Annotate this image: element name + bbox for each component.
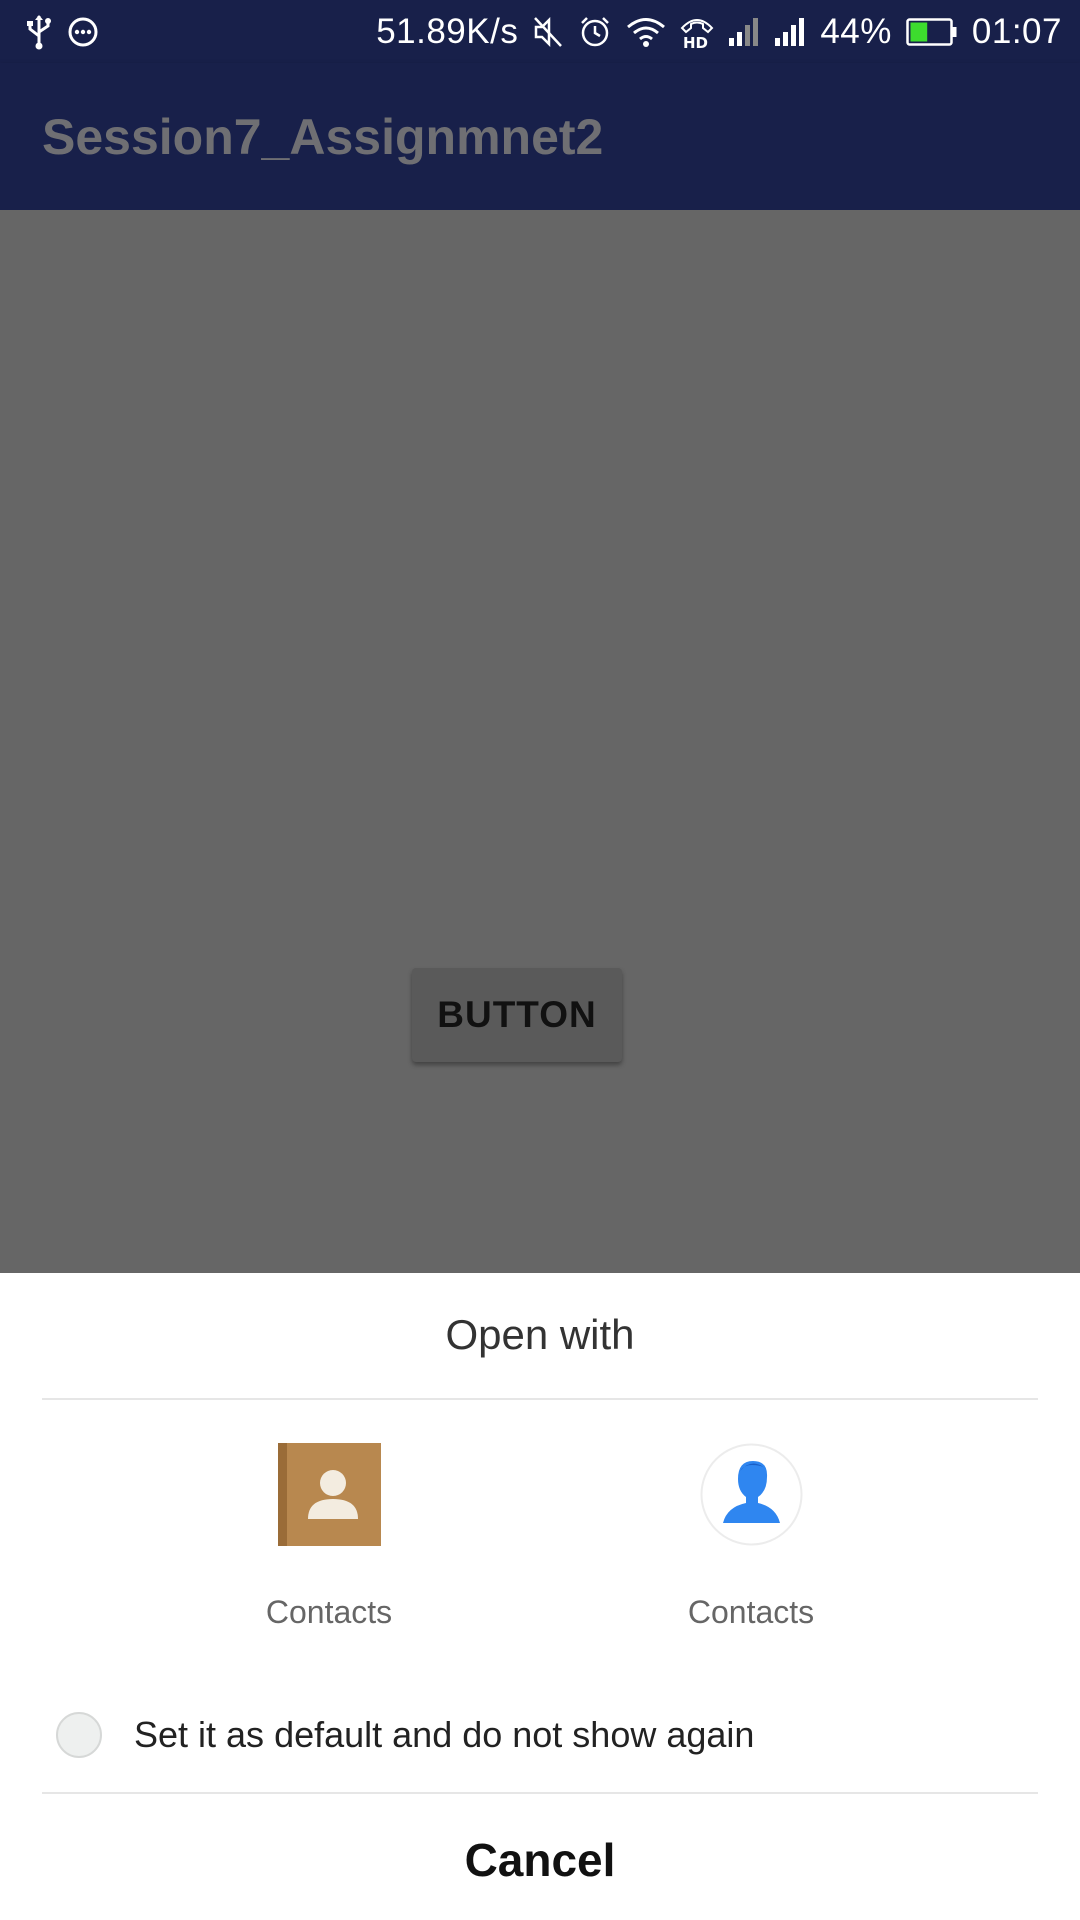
hd-call-icon: HD	[680, 12, 714, 52]
contacts-book-icon	[277, 1443, 381, 1546]
contacts-person-icon	[700, 1443, 803, 1546]
usb-icon	[26, 12, 52, 52]
clock: 01:07	[971, 11, 1062, 51]
mute-icon	[532, 12, 564, 52]
signal-icon	[774, 12, 806, 52]
app-option-label: Contacts	[265, 1594, 393, 1630]
main-button[interactable]: BUTTON	[412, 968, 622, 1062]
svg-text:HD: HD	[683, 34, 708, 50]
status-left-icons	[26, 12, 100, 52]
open-with-sheet: Open with Contacts Contacts Set it as de…	[0, 1273, 1080, 1920]
network-speed: 51.89K/s	[376, 11, 519, 51]
app-bar: Session7_Assignmnet2	[0, 63, 1080, 210]
status-right-icons: 51.89K/s HD 44% 01:07	[376, 12, 1062, 52]
divider	[42, 1398, 1038, 1400]
dimmed-content-overlay[interactable]: BUTTON	[0, 210, 1080, 1273]
set-default-label: Set it as default and do not show again	[134, 1714, 755, 1755]
sheet-title: Open with	[445, 1311, 635, 1358]
status-bar: 51.89K/s HD 44% 01:07	[0, 0, 1080, 63]
app-option-label: Contacts	[687, 1594, 815, 1630]
set-default-radio[interactable]	[56, 1712, 102, 1758]
set-default-row[interactable]: Set it as default and do not show again	[56, 1710, 754, 1760]
battery-percent: 44%	[820, 11, 892, 51]
chat-bubble-icon	[66, 12, 100, 52]
app-option-contacts-2[interactable]: Contacts	[601, 1443, 901, 1643]
alarm-icon	[578, 12, 612, 52]
cancel-button[interactable]: Cancel	[0, 1833, 1080, 1887]
wifi-icon	[626, 12, 666, 52]
signal-icon	[728, 12, 760, 52]
app-option-contacts-1[interactable]: Contacts	[179, 1443, 479, 1643]
divider	[42, 1792, 1038, 1794]
battery-icon	[906, 12, 958, 52]
app-title: Session7_Assignmnet2	[42, 108, 604, 165]
